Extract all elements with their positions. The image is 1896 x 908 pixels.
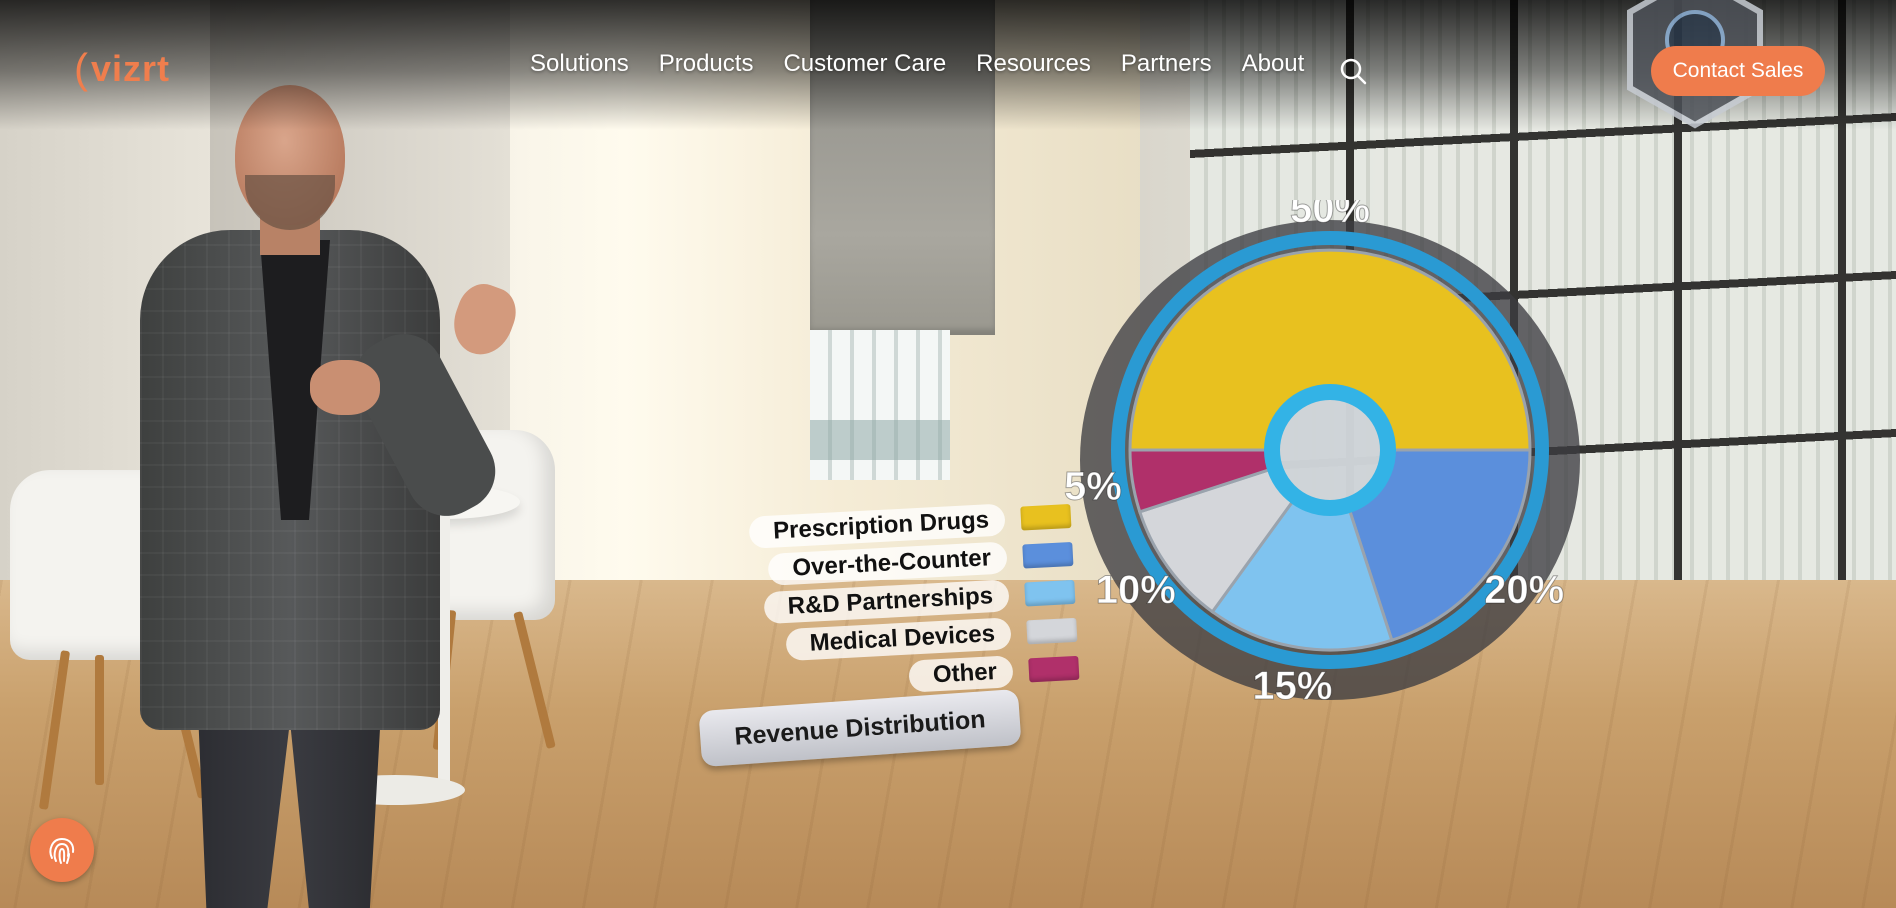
main-nav: Solutions Products Customer Care Resourc… (530, 50, 1304, 78)
legend-swatch (1024, 579, 1076, 607)
pie-value-label: 50% (1290, 200, 1370, 231)
fingerprint-widget-button[interactable] (30, 818, 94, 882)
legend-label: Medical Devices (784, 617, 1012, 662)
nav-about[interactable]: About (1242, 50, 1305, 78)
pie-value-label: 10% (1096, 568, 1176, 612)
vizrt-logo[interactable]: ( vizrt (74, 38, 184, 100)
nav-solutions[interactable]: Solutions (530, 50, 629, 78)
chart-title: Revenue Distribution (733, 704, 987, 751)
revenue-pie-chart: 50% 20% 15% 10% 5% (1064, 200, 1580, 709)
contact-sales-button[interactable]: Contact Sales (1651, 46, 1825, 96)
legend-swatch (1022, 541, 1074, 569)
pie-value-label: 5% (1064, 465, 1122, 509)
legend-swatch (1028, 655, 1080, 683)
pie-value-label: 15% (1252, 664, 1332, 708)
legend-label: R&D Partnerships (763, 579, 1010, 625)
nav-resources[interactable]: Resources (976, 50, 1091, 78)
legend-item: Other (908, 652, 1080, 693)
search-icon[interactable] (1338, 56, 1368, 86)
logo-text: vizrt (91, 48, 171, 89)
window-view (810, 330, 950, 480)
site-header: ( vizrt Solutions Products Customer Care… (0, 0, 1896, 140)
presenter (130, 80, 580, 908)
nav-partners[interactable]: Partners (1121, 50, 1212, 78)
legend-label: Over-the-Counter (767, 541, 1008, 586)
legend-label: Other (908, 655, 1014, 693)
pie-value-label: 20% (1484, 568, 1564, 612)
chart-hub (1264, 384, 1396, 516)
legend-swatch (1020, 503, 1072, 531)
legend-swatch (1026, 617, 1078, 645)
logo-mark-icon: ( (74, 45, 89, 92)
fingerprint-icon (49, 837, 75, 864)
nav-customer-care[interactable]: Customer Care (783, 50, 946, 78)
nav-products[interactable]: Products (659, 50, 754, 78)
